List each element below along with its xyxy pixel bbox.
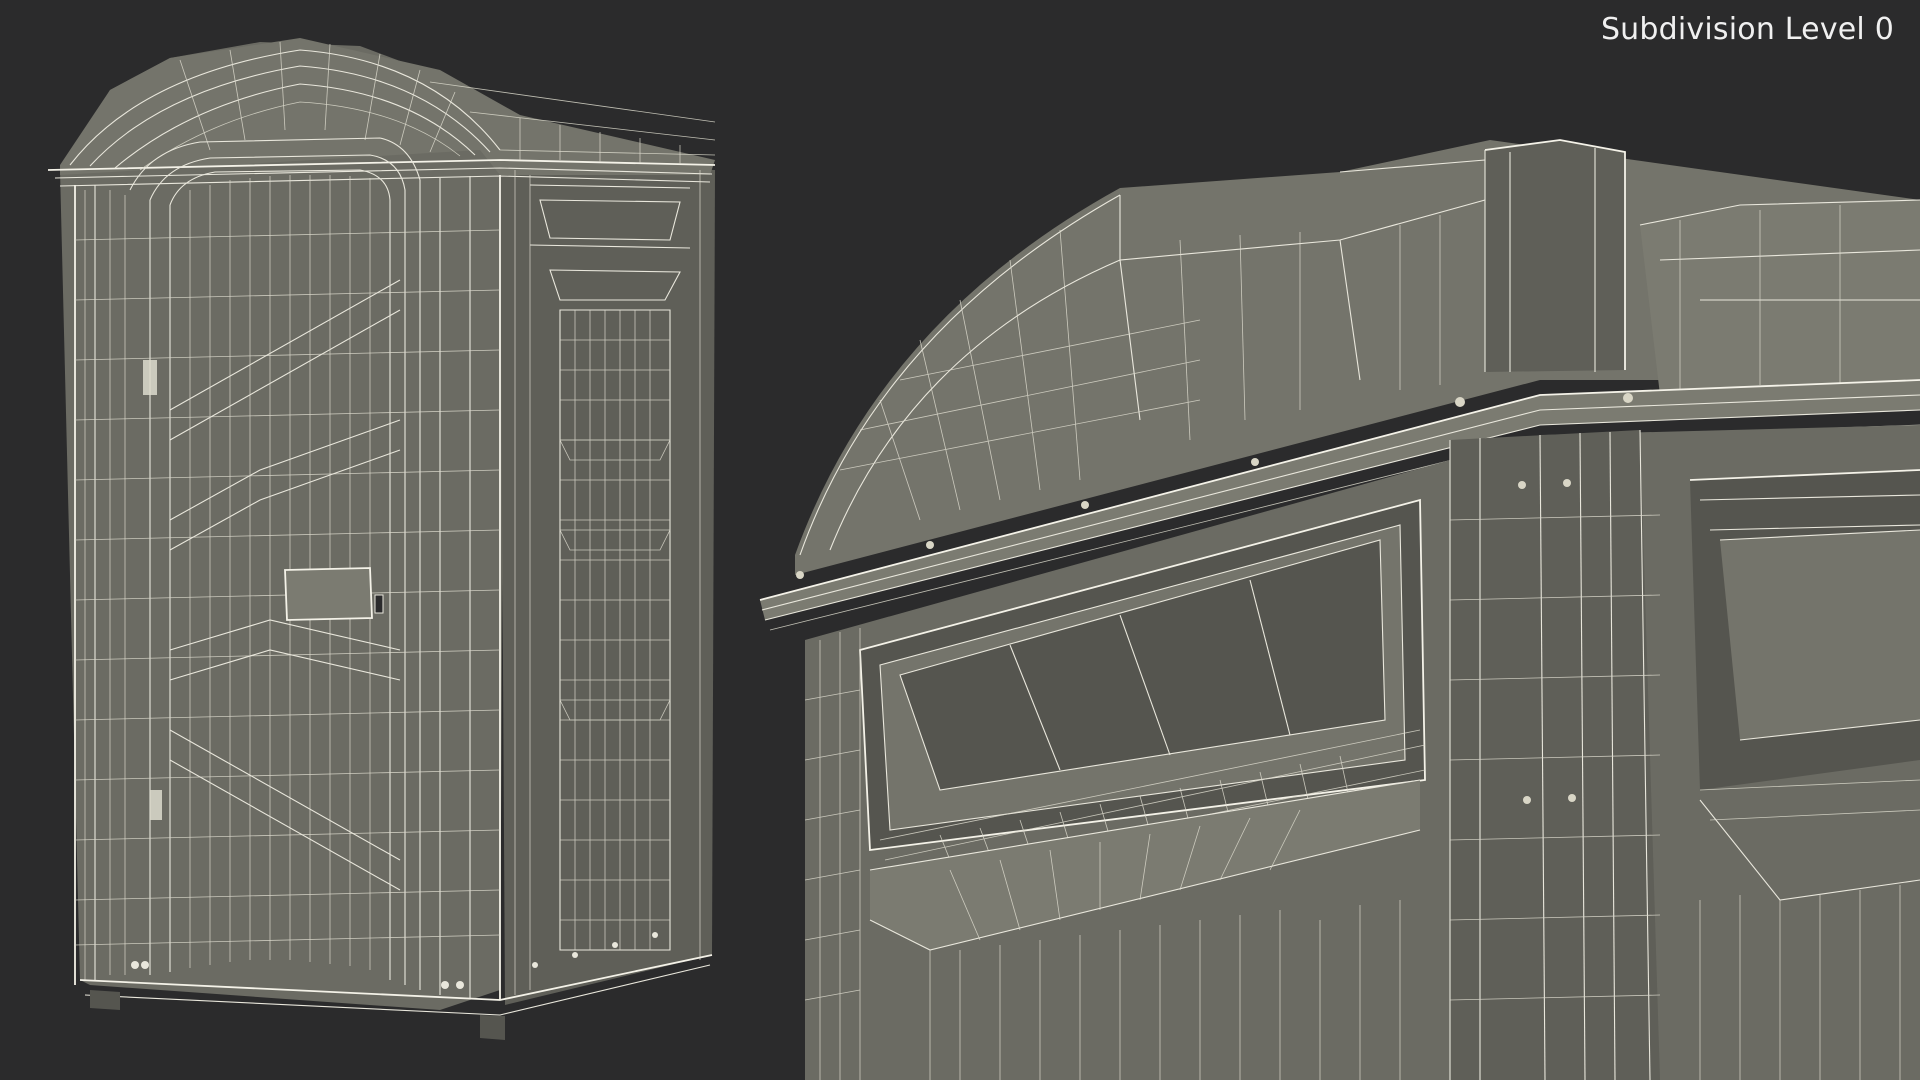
subdivision-level-label: Subdivision Level 0 bbox=[1600, 12, 1894, 47]
render-viewport: Subdivision Level 0 bbox=[0, 0, 1920, 1080]
closeup-view bbox=[759, 139, 1920, 1080]
